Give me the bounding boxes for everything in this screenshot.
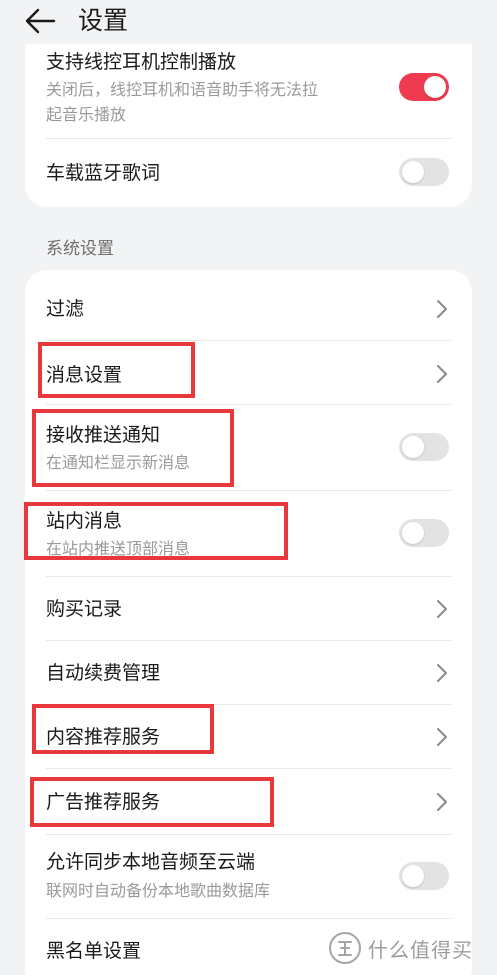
cloud-sync-toggle[interactable] (399, 862, 449, 890)
setting-title: 支持线控耳机控制播放 (46, 51, 237, 73)
highlight-box-push-notifications (32, 409, 234, 487)
watermark-text: 什么值得买 (368, 937, 473, 962)
page-title: 设置 (78, 6, 129, 35)
chevron-right-icon (437, 664, 447, 682)
setting-title: 黑名单设置 (46, 940, 142, 962)
highlight-box-in-app-messages (24, 502, 288, 560)
setting-row-car-lyrics[interactable]: 车载蓝牙歌词 (25, 139, 472, 207)
section-label: 系统设置 (46, 239, 114, 259)
setting-title: 车载蓝牙歌词 (46, 162, 161, 184)
setting-row-purchase-history[interactable]: 购买记录 (25, 577, 472, 640)
car-lyrics-toggle[interactable] (399, 158, 449, 186)
setting-subtitle-line2: 起音乐播放 (46, 105, 127, 124)
toggle-knob (402, 161, 424, 183)
setting-title: 自动续费管理 (46, 662, 161, 684)
back-arrow-icon[interactable] (24, 7, 56, 35)
toggle-knob (402, 436, 424, 458)
watermark: 什么值得买 (328, 928, 473, 968)
settings-screen: 支持线控耳机控制播放 关闭后，线控耳机和语音助手将无法拉 起音乐播放 车载蓝牙歌… (0, 0, 497, 975)
chevron-right-icon (437, 600, 447, 618)
highlight-box-message-settings (38, 342, 195, 398)
chevron-right-icon (437, 365, 447, 383)
toggle-knob (402, 865, 424, 887)
setting-title: 允许同步本地音频至云端 (46, 851, 256, 873)
highlight-box-content-recommendation (32, 704, 214, 754)
highlight-box-ad-recommendation (30, 777, 274, 827)
setting-row-auto-renewal[interactable]: 自动续费管理 (25, 641, 472, 704)
toggle-knob (424, 76, 446, 98)
chevron-right-icon (437, 300, 447, 318)
chevron-right-icon (437, 728, 447, 746)
in-app-messages-toggle[interactable] (399, 519, 449, 547)
setting-row-cloud-sync[interactable]: 允许同步本地音频至云端 联网时自动备份本地歌曲数据库 (25, 835, 472, 917)
chevron-right-icon (437, 793, 447, 811)
push-notifications-toggle[interactable] (399, 433, 449, 461)
setting-subtitle-line1: 关闭后，线控耳机和语音助手将无法拉 (46, 80, 319, 99)
setting-title: 过滤 (46, 298, 85, 320)
zhi-logo-icon (329, 932, 361, 964)
app-header: 设置 (0, 0, 497, 44)
setting-subtitle: 联网时自动备份本地歌曲数据库 (46, 881, 271, 900)
setting-title: 购买记录 (46, 598, 123, 620)
wired-control-toggle[interactable] (399, 73, 449, 101)
setting-row-filter[interactable]: 过滤 (25, 270, 472, 340)
toggle-knob (402, 522, 424, 544)
